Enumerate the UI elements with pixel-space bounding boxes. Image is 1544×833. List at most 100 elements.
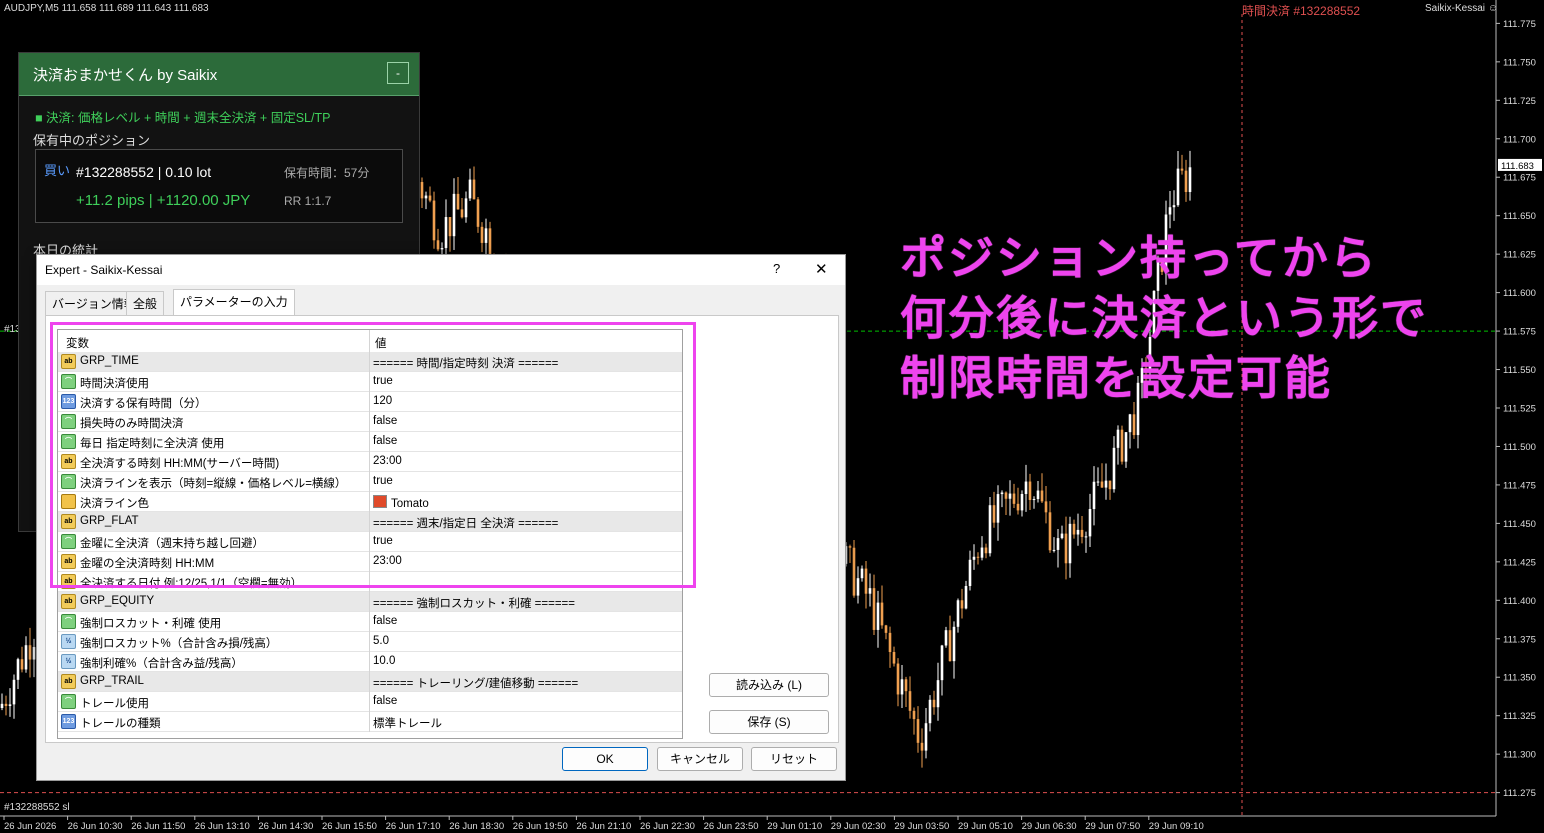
candle-body bbox=[1172, 205, 1176, 208]
candle-body bbox=[4, 703, 8, 706]
parameter-row[interactable]: ⌒ 時間決済使用 true bbox=[58, 372, 682, 392]
parameter-value[interactable]: false bbox=[373, 615, 397, 627]
price-tick-label: 111.400 bbox=[1503, 596, 1536, 607]
position-card[interactable]: 買い #132288552 | 0.10 lot 保有時間：57分 +11.2 … bbox=[35, 149, 403, 223]
parameter-row[interactable]: ab GRP_FLAT ====== 週末/指定日 全決済 ====== bbox=[58, 512, 682, 532]
help-button[interactable]: ? bbox=[773, 261, 780, 276]
parameter-value[interactable]: 23:00 bbox=[373, 555, 402, 567]
parameter-value[interactable]: false bbox=[373, 415, 397, 427]
candle-body bbox=[888, 632, 892, 653]
candle-body bbox=[1000, 492, 1004, 495]
candle-body bbox=[1168, 207, 1172, 215]
position-side: 買い bbox=[44, 163, 71, 178]
parameter-value[interactable]: Tomato bbox=[373, 495, 429, 510]
parameter-row[interactable]: 123 トレールの種類 標準トレール bbox=[58, 712, 682, 732]
parameter-value[interactable]: ====== 時間/指定時刻 決済 ====== bbox=[373, 355, 558, 371]
parameter-value[interactable]: 10.0 bbox=[373, 655, 395, 667]
double-type-icon: ½ bbox=[61, 634, 76, 649]
time-tick-label: 26 Jun 19:50 bbox=[513, 821, 568, 832]
parameter-row[interactable]: ab GRP_TRAIL ====== トレーリング/建値移動 ====== bbox=[58, 672, 682, 692]
parameter-value[interactable]: false bbox=[373, 695, 397, 707]
time-tick-label: 29 Jun 07:50 bbox=[1085, 821, 1140, 832]
parameter-row[interactable]: ab GRP_TIME ====== 時間/指定時刻 決済 ====== bbox=[58, 352, 682, 372]
parameter-row[interactable]: ½ 強制利確%（合計含み益/残高） 10.0 bbox=[58, 652, 682, 672]
price-tick-label: 111.750 bbox=[1503, 57, 1536, 68]
parameter-row[interactable]: ⌒ 損失時のみ時間決済 false bbox=[58, 412, 682, 432]
parameter-row[interactable]: ab GRP_EQUITY ====== 強制ロスカット・利確 ====== bbox=[58, 592, 682, 612]
positions-title: 保有中のポジション bbox=[33, 133, 151, 148]
parameter-value[interactable]: 23:00 bbox=[373, 455, 402, 467]
parameter-row[interactable]: ab 全決済する時刻 HH:MM(サーバー時間) 23:00 bbox=[58, 452, 682, 472]
candle-body bbox=[876, 602, 880, 630]
parameter-value[interactable]: 120 bbox=[373, 395, 392, 407]
candle-body bbox=[1016, 503, 1020, 511]
parameter-name: 決済ライン色 bbox=[80, 498, 149, 510]
candle-body bbox=[8, 704, 12, 706]
boolean-type-icon: ⌒ bbox=[61, 534, 76, 549]
parameter-row[interactable]: ab 全決済する日付 例:12/25,1/1（空欄=無効） bbox=[58, 572, 682, 592]
parameter-row[interactable]: ab 金曜の全決済時刻 HH:MM 23:00 bbox=[58, 552, 682, 572]
minimize-button[interactable]: - bbox=[387, 62, 409, 84]
parameter-name: GRP_FLAT bbox=[80, 515, 139, 527]
parameter-row[interactable]: ⌒ 毎日 指定時刻に全決済 使用 false bbox=[58, 432, 682, 452]
candle-body bbox=[996, 494, 1000, 523]
parameter-row[interactable]: ⌒ 決済ラインを表示（時刻=縦線・価格レベル=横線） true bbox=[58, 472, 682, 492]
parameter-value[interactable]: ====== 週末/指定日 全決済 ====== bbox=[373, 515, 558, 531]
parameter-row[interactable]: 決済ライン色 Tomato bbox=[58, 492, 682, 512]
column-separator bbox=[369, 632, 370, 652]
parameter-name: 強制ロスカット%（合計含み損/残高） bbox=[80, 638, 278, 650]
parameter-row[interactable]: ⌒ トレール使用 false bbox=[58, 692, 682, 712]
candle-body bbox=[1012, 493, 1016, 504]
time-tick-label: 29 Jun 02:30 bbox=[831, 821, 886, 832]
integer-type-icon: 123 bbox=[61, 714, 76, 729]
candle-body bbox=[1076, 529, 1080, 535]
candle-body bbox=[1004, 492, 1008, 499]
parameter-value[interactable]: true bbox=[373, 535, 393, 547]
parameter-value[interactable]: true bbox=[373, 475, 393, 487]
candle-body bbox=[456, 193, 460, 210]
parameter-value[interactable]: ====== トレーリング/建値移動 ====== bbox=[373, 675, 578, 691]
parameter-value[interactable]: 標準トレール bbox=[373, 715, 442, 731]
col-header-value[interactable]: 値 bbox=[375, 335, 387, 351]
parameter-value[interactable]: ====== 強制ロスカット・利確 ====== bbox=[373, 595, 575, 611]
candle-body bbox=[940, 645, 944, 681]
close-icon[interactable]: ✕ bbox=[815, 260, 828, 278]
price-tick-label: 111.300 bbox=[1503, 750, 1536, 761]
annotation-line-1: ポジション持ってから bbox=[900, 231, 1378, 285]
candle-body bbox=[1080, 529, 1084, 537]
parameter-row[interactable]: ½ 強制ロスカット%（合計含み損/残高） 5.0 bbox=[58, 632, 682, 652]
candle-body bbox=[1036, 490, 1040, 500]
candle-body bbox=[1024, 481, 1028, 494]
candle-body bbox=[880, 602, 884, 626]
candle-body bbox=[1092, 481, 1096, 510]
candle-body bbox=[484, 228, 488, 243]
candle-body bbox=[1032, 499, 1036, 501]
sl-label: #132288552 sl bbox=[4, 802, 70, 813]
parameter-row[interactable]: 123 決済する保有時間（分） 120 bbox=[58, 392, 682, 412]
candle-body bbox=[1184, 170, 1188, 192]
candle-body bbox=[916, 719, 920, 743]
mode-line: ■ 決済: 価格レベル + 時間 + 週末全決済 + 固定SL/TP bbox=[35, 111, 331, 125]
parameter-value[interactable]: true bbox=[373, 375, 393, 387]
save-button[interactable]: 保存 (S) bbox=[709, 710, 829, 734]
hold-time: 保有時間：57分 bbox=[284, 166, 370, 180]
col-header-name[interactable]: 変数 bbox=[66, 335, 89, 351]
tab-general[interactable]: 全般 bbox=[126, 291, 165, 315]
candle-body bbox=[960, 600, 964, 609]
parameter-grid[interactable]: 変数 値 ab GRP_TIME ====== 時間/指定時刻 決済 ====== ⌒… bbox=[57, 329, 683, 739]
parameter-value[interactable]: 5.0 bbox=[373, 635, 389, 647]
ok-button[interactable]: OK bbox=[562, 747, 648, 771]
candle-body bbox=[972, 556, 976, 560]
parameter-row[interactable]: ⌒ 強制ロスカット・利確 使用 false bbox=[58, 612, 682, 632]
tab-parameters[interactable]: パラメーターの入力 bbox=[173, 289, 295, 316]
parameter-row[interactable]: ⌒ 金曜に全決済（週末持ち越し回避） true bbox=[58, 532, 682, 552]
reset-button[interactable]: リセット bbox=[751, 747, 837, 771]
string-type-icon: ab bbox=[61, 574, 76, 589]
parameter-name: 毎日 指定時刻に全決済 使用 bbox=[80, 438, 225, 450]
cancel-button[interactable]: キャンセル bbox=[657, 747, 743, 771]
load-button[interactable]: 読み込み (L) bbox=[709, 673, 829, 697]
price-tick-label: 111.375 bbox=[1503, 634, 1536, 645]
parameter-value[interactable]: false bbox=[373, 435, 397, 447]
price-tick-label: 111.575 bbox=[1503, 327, 1536, 338]
candle-body bbox=[16, 659, 20, 680]
